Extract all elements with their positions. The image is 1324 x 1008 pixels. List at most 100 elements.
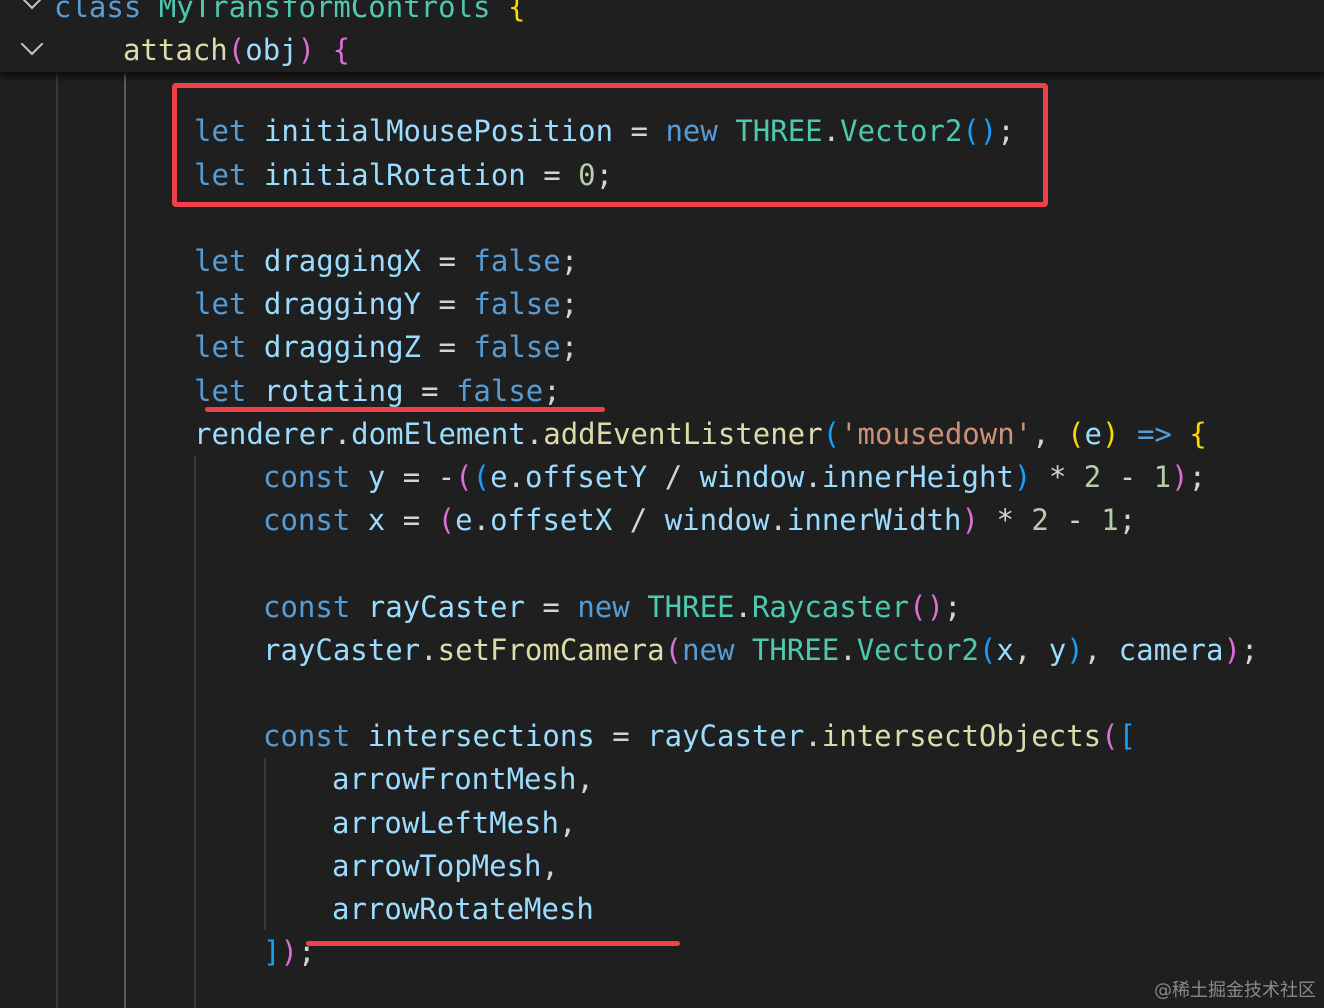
paren: ( [227,33,246,67]
identifier: e [455,503,473,537]
paren: ) [1171,460,1189,494]
method-name: attach [123,33,228,67]
paren: ( [455,460,473,494]
keyword: class [54,0,142,24]
code-line-3[interactable]: let draggingX = false; [194,240,578,283]
indent-guide [264,758,266,930]
paren: ) [297,33,316,67]
operator: / [629,503,648,537]
code-line-10[interactable]: const rayCaster = new THREE.Raycaster(); [263,586,962,629]
semicolon: ; [944,590,962,624]
property: domElement [351,417,526,451]
string: 'mousedown' [840,417,1033,451]
method-name: intersectObjects [821,719,1102,753]
identifier: rotating [263,374,404,408]
method-name: setFromCamera [437,633,665,667]
code-line-8[interactable]: const y = -((e.offsetY / window.innerHei… [263,456,1206,499]
code-editor[interactable]: class MyTransformControls { attach(obj) … [0,0,1324,1008]
code-line-12[interactable]: const intersections = rayCaster.intersec… [263,715,1136,758]
number: 2 [1083,460,1102,494]
semicolon: ; [560,244,579,278]
operator: = [402,503,421,537]
class-name: Raycaster [751,590,910,624]
identifier: draggingX [263,244,421,278]
semicolon: ; [1118,503,1137,537]
semicolon: ; [560,330,579,364]
indent-guide-active [124,72,126,1008]
code-line-17[interactable]: ]); [263,931,315,974]
operator: - [437,460,456,494]
paren: ) [1013,460,1032,494]
code-line-16[interactable]: arrowRotateMesh [332,888,594,931]
identifier: x [367,503,386,537]
code-line-13[interactable]: arrowFrontMesh, [332,758,594,801]
sticky-line-attach[interactable]: attach(obj) { [123,29,350,72]
identifier: y [1048,633,1067,667]
code-line-15[interactable]: arrowTopMesh, [332,845,559,888]
identifier: renderer [194,417,334,451]
operator: = [612,719,630,753]
paren: ( [472,460,491,494]
identifier: x [996,633,1014,667]
bracket: ] [263,935,281,969]
bracket: [ [1118,719,1137,753]
operator: = [438,287,456,321]
property: innerHeight [821,460,1014,494]
identifier: arrowRotateMesh [332,892,594,926]
keyword: const [263,590,351,624]
fold-chevron-down-icon[interactable] [20,32,44,56]
boolean: false [473,287,561,321]
param: e [1084,417,1102,451]
operator: = [542,590,560,624]
operator: * [996,503,1014,537]
class-name: MyTransformControls [158,0,491,24]
boolean: false [473,244,561,278]
dot: . [525,417,544,451]
operator: - [1066,503,1084,537]
code-line-14[interactable]: arrowLeftMesh, [332,802,576,845]
paren: ( [1101,719,1119,753]
identifier: camera [1118,633,1224,667]
keyword: let [194,330,247,364]
identifier: intersections [367,719,595,753]
identifier: e [490,460,508,494]
sticky-scroll-header[interactable]: class MyTransformControls { attach(obj) … [0,0,1324,74]
paren: ( [1067,417,1085,451]
operator: = [438,244,456,278]
boolean: false [455,374,544,408]
comma: , [1013,633,1032,667]
sticky-line-class[interactable]: class MyTransformControls { [54,0,525,29]
keyword: const [263,460,351,494]
code-line-4[interactable]: let draggingY = false; [194,283,578,326]
operator: * [1048,460,1067,494]
dot: . [804,719,822,753]
paren: ) [1102,417,1120,451]
param: obj [245,33,298,67]
code-line-9[interactable]: const x = (e.offsetX / window.innerWidth… [263,499,1136,542]
comma: , [541,849,559,883]
semicolon: ; [1240,633,1259,667]
code-line-7[interactable]: renderer.domElement.addEventListener('mo… [194,413,1207,456]
paren: ( [664,633,683,667]
paren: ) [280,935,298,969]
comma: , [558,806,577,840]
keyword: let [194,287,247,321]
dot: . [734,590,752,624]
class-name: THREE [647,590,735,624]
dot: . [839,633,857,667]
code-line-11[interactable]: rayCaster.setFromCamera(new THREE.Vector… [263,629,1258,672]
fold-chevron-down-icon[interactable] [20,0,44,10]
identifier: rayCaster [367,590,525,624]
dot: . [769,503,787,537]
semicolon: ; [560,287,579,321]
paren: ( [978,633,997,667]
indent-guide [56,72,58,1008]
paren: ) [961,503,979,537]
watermark: @稀土掘金技术社区 [1154,980,1316,1001]
identifier: rayCaster [263,633,421,667]
code-line-5[interactable]: let draggingZ = false; [194,326,578,369]
keyword: new [577,590,630,624]
dot: . [804,460,822,494]
class-name: Vector2 [856,633,979,667]
paren: () [909,590,945,624]
